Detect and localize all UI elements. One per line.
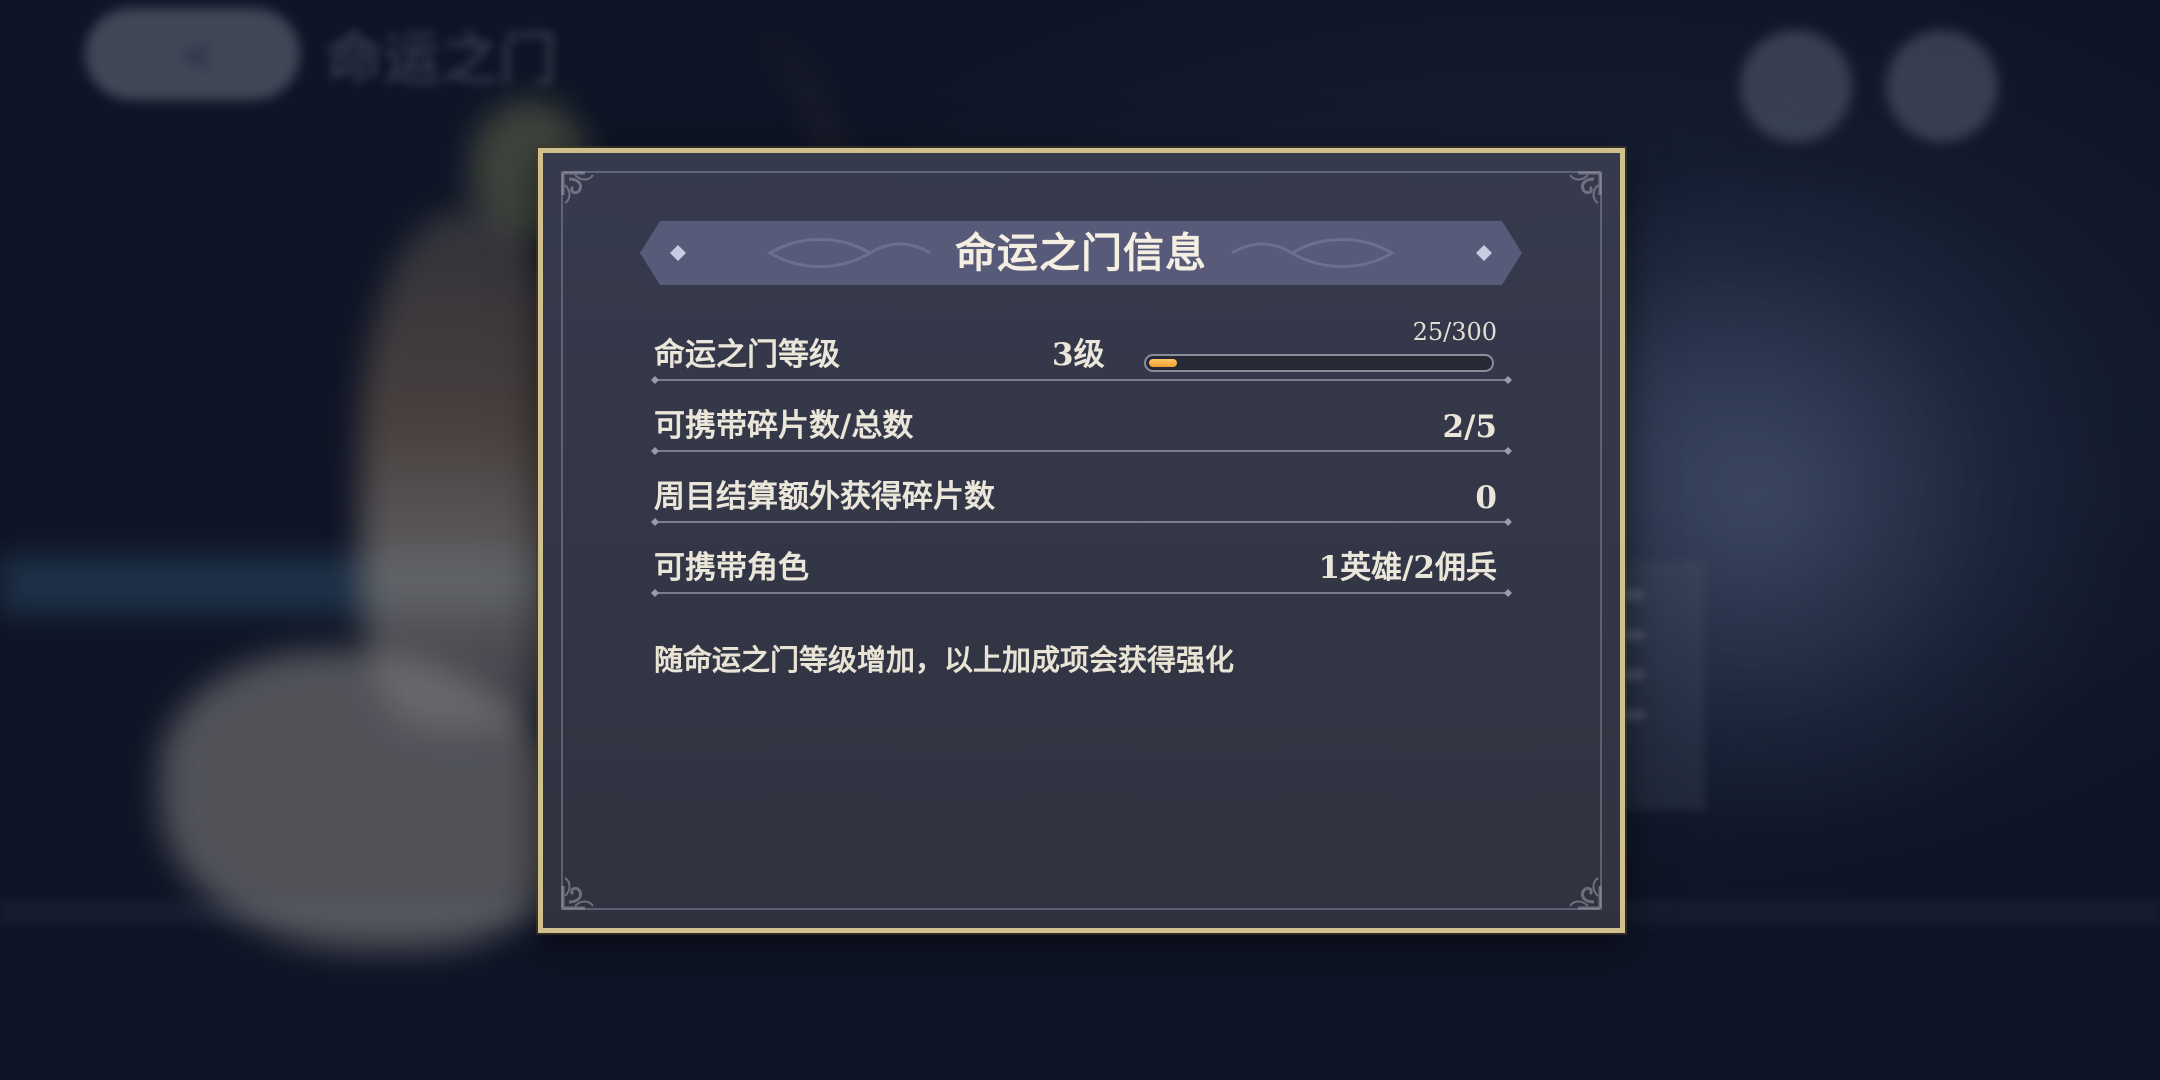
row-label: 命运之门等级	[654, 337, 840, 373]
row-label: 周目结算额外获得碎片数	[654, 479, 995, 515]
row-label: 可携带碎片数/总数	[654, 408, 914, 444]
info-list: 命运之门等级 3级 25/300 可携带碎片数/总数 2/5 周目结算额外获得碎…	[651, 313, 1512, 597]
info-row-fragments: 可携带碎片数/总数 2/5	[651, 384, 1512, 455]
row-value: 0	[1475, 480, 1497, 516]
row-divider	[651, 376, 1512, 384]
info-row-characters: 可携带角色 1英雄/2佣兵	[651, 526, 1512, 597]
progress-fill	[1149, 359, 1177, 367]
info-note: 随命运之门等级增加，以上加成项会获得强化	[654, 643, 1235, 677]
row-divider	[651, 447, 1512, 455]
title-banner: 命运之门信息	[640, 221, 1522, 285]
row-divider	[651, 589, 1512, 597]
row-value: 1英雄/2佣兵	[1318, 550, 1497, 586]
corner-ornament-icon	[559, 866, 605, 912]
corner-ornament-icon	[1558, 866, 1604, 912]
level-progress-bar	[1144, 354, 1494, 372]
row-divider	[651, 518, 1512, 526]
fate-gate-info-dialog: 命运之门信息 命运之门等级 3级 25/300 可携带碎片数/总数 2/5 周目…	[538, 148, 1625, 933]
row-label: 可携带角色	[654, 550, 809, 586]
info-row-level: 命运之门等级 3级 25/300	[651, 313, 1512, 384]
info-row-extra-fragments: 周目结算额外获得碎片数 0	[651, 455, 1512, 526]
corner-ornament-icon	[559, 169, 605, 215]
row-value: 2/5	[1442, 409, 1497, 445]
progress-text: 25/300	[1412, 318, 1497, 346]
dialog-title: 命运之门信息	[955, 229, 1207, 277]
corner-ornament-icon	[1558, 169, 1604, 215]
level-value: 3级	[1052, 337, 1105, 373]
